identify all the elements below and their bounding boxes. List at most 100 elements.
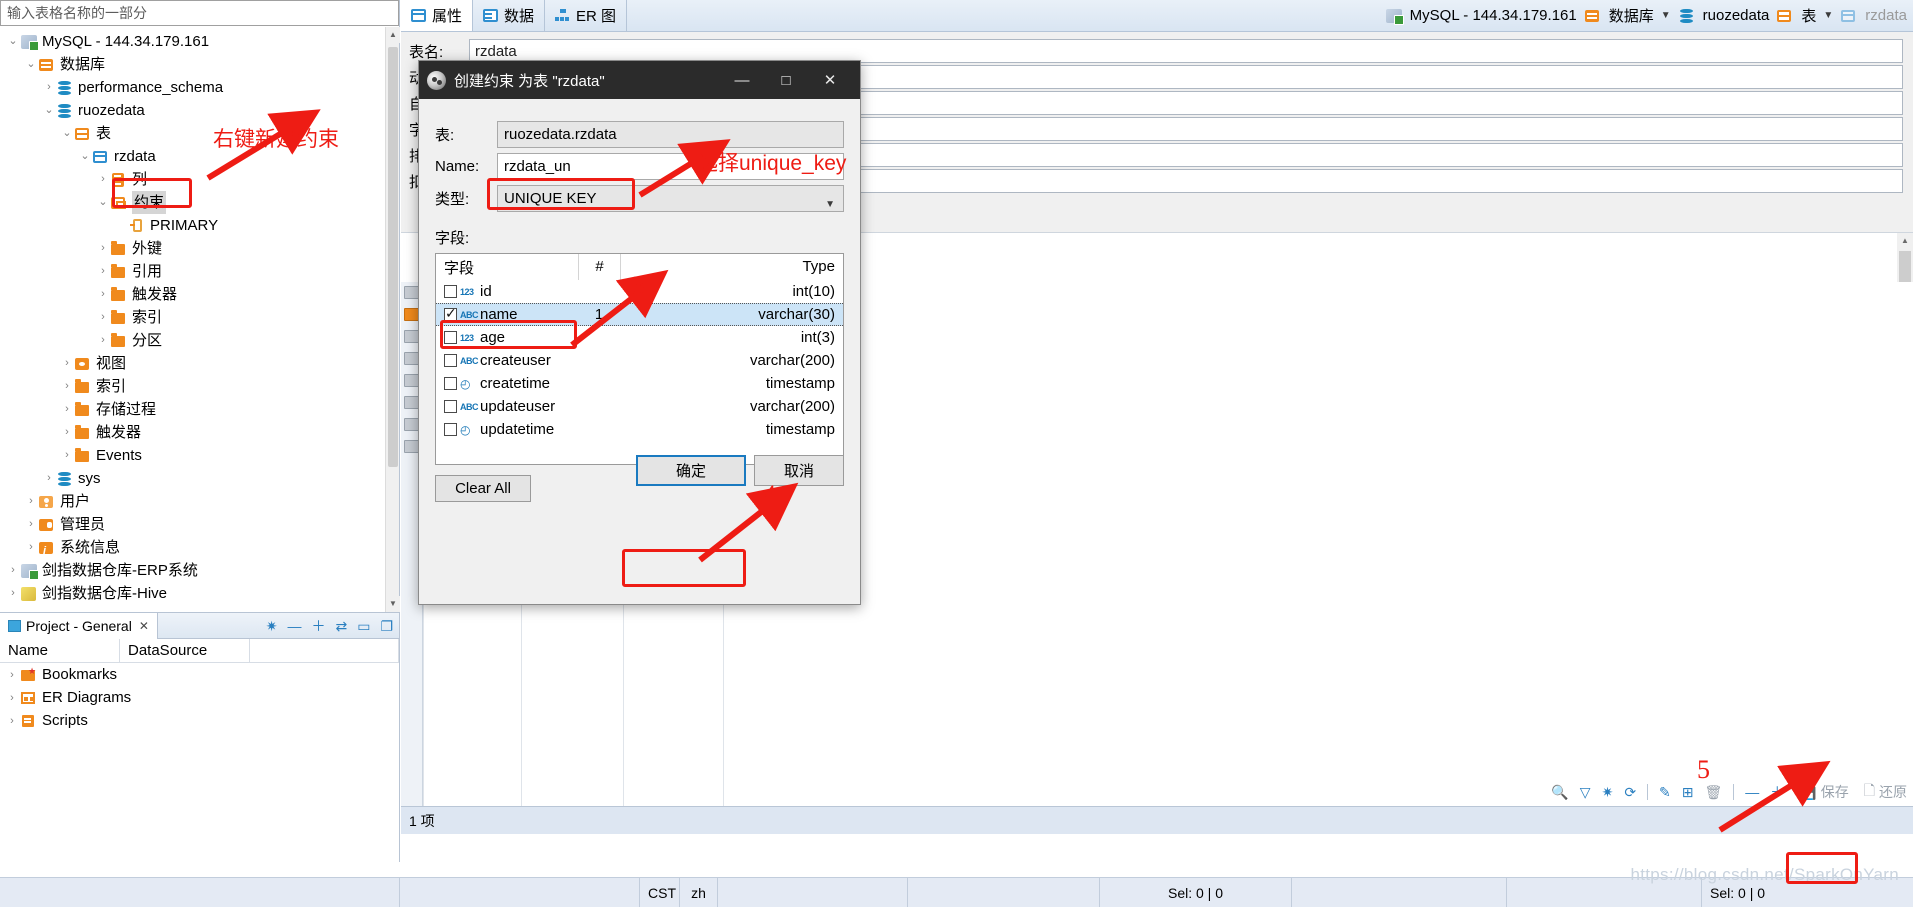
chevron-right-icon[interactable]: › [6,559,20,582]
strip-icon-3[interactable] [404,330,419,343]
maximize-icon[interactable]: □ [764,72,808,89]
tree-node[interactable]: › 引用 [0,260,385,283]
delete-row-icon[interactable]: 🗑 [1705,785,1723,799]
column-row[interactable]: 123 age int(3) [436,326,843,349]
chevron-down-icon[interactable]: ⌄ [24,53,38,76]
breadcrumb-schema[interactable]: ruozedata [1703,7,1770,24]
chevron-right-icon[interactable]: › [60,421,74,444]
project-row[interactable]: › Scripts [0,709,399,732]
project-row[interactable]: › Bookmarks [0,663,399,686]
minus-icon[interactable]: — [287,619,301,633]
minimize-icon[interactable]: — [720,72,764,89]
chevron-right-icon[interactable]: › [24,536,38,559]
tree-node[interactable]: ⌄ 数据库 [0,53,385,76]
maximize-icon[interactable]: ❐ [380,619,393,633]
tree-node[interactable]: PRIMARY [0,214,385,237]
tree-node[interactable]: › 外键 [0,237,385,260]
column-checkbox[interactable] [444,331,457,344]
chevron-right-icon[interactable]: › [96,237,110,260]
scroll-up-icon[interactable]: ▲ [386,27,400,43]
project-row[interactable]: › ER Diagrams [0,686,399,709]
column-header-order[interactable]: # [578,254,620,280]
chevron-down-icon[interactable]: ⌄ [60,122,74,145]
column-row[interactable]: ◴ updatetime timestamp [436,418,843,441]
column-checkbox[interactable] [444,377,457,390]
tree-node[interactable]: › 管理员 [0,513,385,536]
minus-icon[interactable]: — [1745,785,1759,799]
tree-node[interactable]: ⌄ MySQL - 144.34.179.161 [0,30,385,53]
chevron-right-icon[interactable]: › [96,283,110,306]
tab-er-diagram[interactable]: ER 图 [545,0,628,31]
tree-node[interactable]: › 索引 [0,375,385,398]
tree-node[interactable]: › 用户 [0,490,385,513]
column-header-name[interactable]: Name [0,638,120,663]
save-button[interactable]: 💾 保存 [1795,780,1852,804]
breadcrumb-connection[interactable]: MySQL - 144.34.179.161 [1410,7,1577,24]
plus-icon[interactable]: ＋ [1770,785,1784,799]
close-icon[interactable]: ✕ [139,619,149,633]
column-row[interactable]: ABCname 1 varchar(30) [436,303,843,326]
strip-icon-1[interactable] [404,286,419,299]
project-tree[interactable]: › Bookmarks › ER Diagrams › Scripts [0,663,399,732]
chevron-right-icon[interactable]: › [4,692,20,704]
chevron-right-icon[interactable]: › [60,352,74,375]
dialog-titlebar[interactable]: 创建约束 为表 "rzdata" — □ ✕ [419,61,860,99]
tree-node[interactable]: › 触发器 [0,283,385,306]
search-icon[interactable]: 🔍 [1551,785,1568,799]
column-row[interactable]: ABC createuser varchar(200) [436,349,843,372]
tab-data[interactable]: 数据 [473,0,546,31]
close-icon[interactable]: ✕ [808,71,852,89]
chevron-right-icon[interactable]: › [96,260,110,283]
ok-button[interactable]: 确定 [636,455,746,486]
chevron-down-icon[interactable]: ⌄ [42,99,56,122]
chevron-right-icon[interactable]: › [60,444,74,467]
refresh-icon[interactable]: ⟳ [1624,785,1636,799]
chevron-right-icon[interactable]: › [24,513,38,536]
clear-all-button[interactable]: Clear All [435,475,531,502]
column-row[interactable]: ◴ createtime timestamp [436,372,843,395]
tree-node[interactable]: › 剑指数据仓库-Hive [0,582,385,605]
minimize-icon[interactable]: ▭ [357,619,370,633]
column-checkbox[interactable] [444,305,457,322]
tree-node[interactable]: › 分区 [0,329,385,352]
tab-project-general[interactable]: Project - General ✕ [0,612,158,639]
database-tree[interactable]: ⌄ MySQL - 144.34.179.161 ⌄ 数据库 › performance_… [0,27,385,612]
chevron-right-icon[interactable]: › [96,329,110,352]
filter-icon[interactable]: ▽ [1580,785,1591,799]
tree-node[interactable]: › 存储过程 [0,398,385,421]
tree-node[interactable]: › 系统信息 [0,536,385,563]
add-row-icon[interactable]: ⊞ [1682,785,1694,799]
breadcrumb-table[interactable]: rzdata [1865,7,1907,24]
chevron-right-icon[interactable]: › [60,398,74,421]
breadcrumb-tables[interactable]: 表 [1801,5,1816,26]
chevron-down-icon[interactable]: ⌄ [78,145,92,168]
strip-icon-constraints[interactable] [404,308,419,321]
gear-icon[interactable]: ✷ [1602,785,1614,799]
tree-node[interactable]: › 触发器 [0,421,385,444]
tree-node[interactable]: › Events [0,444,385,467]
chevron-right-icon[interactable]: › [24,490,38,513]
scroll-down-icon[interactable]: ▼ [386,596,400,612]
scroll-up-icon[interactable]: ▲ [1897,233,1913,249]
chevron-right-icon[interactable]: › [4,669,20,681]
tree-node[interactable]: › 视图 [0,352,385,375]
breadcrumb-databases[interactable]: 数据库 [1609,5,1654,26]
chevron-down-icon[interactable]: ⌄ [6,30,20,53]
edit-icon[interactable]: ✎ [1659,785,1671,799]
chevron-down-icon[interactable]: ▼ [1661,10,1671,21]
chevron-down-icon[interactable]: ▼ [825,194,835,215]
tree-node[interactable]: › 剑指数据仓库-ERP系统 [0,559,385,582]
column-row[interactable]: ABC updateuser varchar(200) [436,395,843,418]
column-checkbox[interactable] [444,400,457,413]
column-header-datasource[interactable]: DataSource [120,638,250,663]
column-checkbox[interactable] [444,285,457,298]
chevron-down-icon-2[interactable]: ▼ [1823,10,1833,21]
strip-icon-4[interactable] [404,352,419,365]
strip-icon-7[interactable] [404,418,419,431]
column-header-type[interactable]: Type [620,254,843,280]
navigator-scrollbar[interactable]: ▲ ▼ [385,27,400,612]
chevron-right-icon[interactable]: › [42,76,56,99]
chevron-right-icon[interactable]: › [60,375,74,398]
strip-icon-5[interactable] [404,374,419,387]
gear-icon[interactable]: ✷ [266,619,278,633]
